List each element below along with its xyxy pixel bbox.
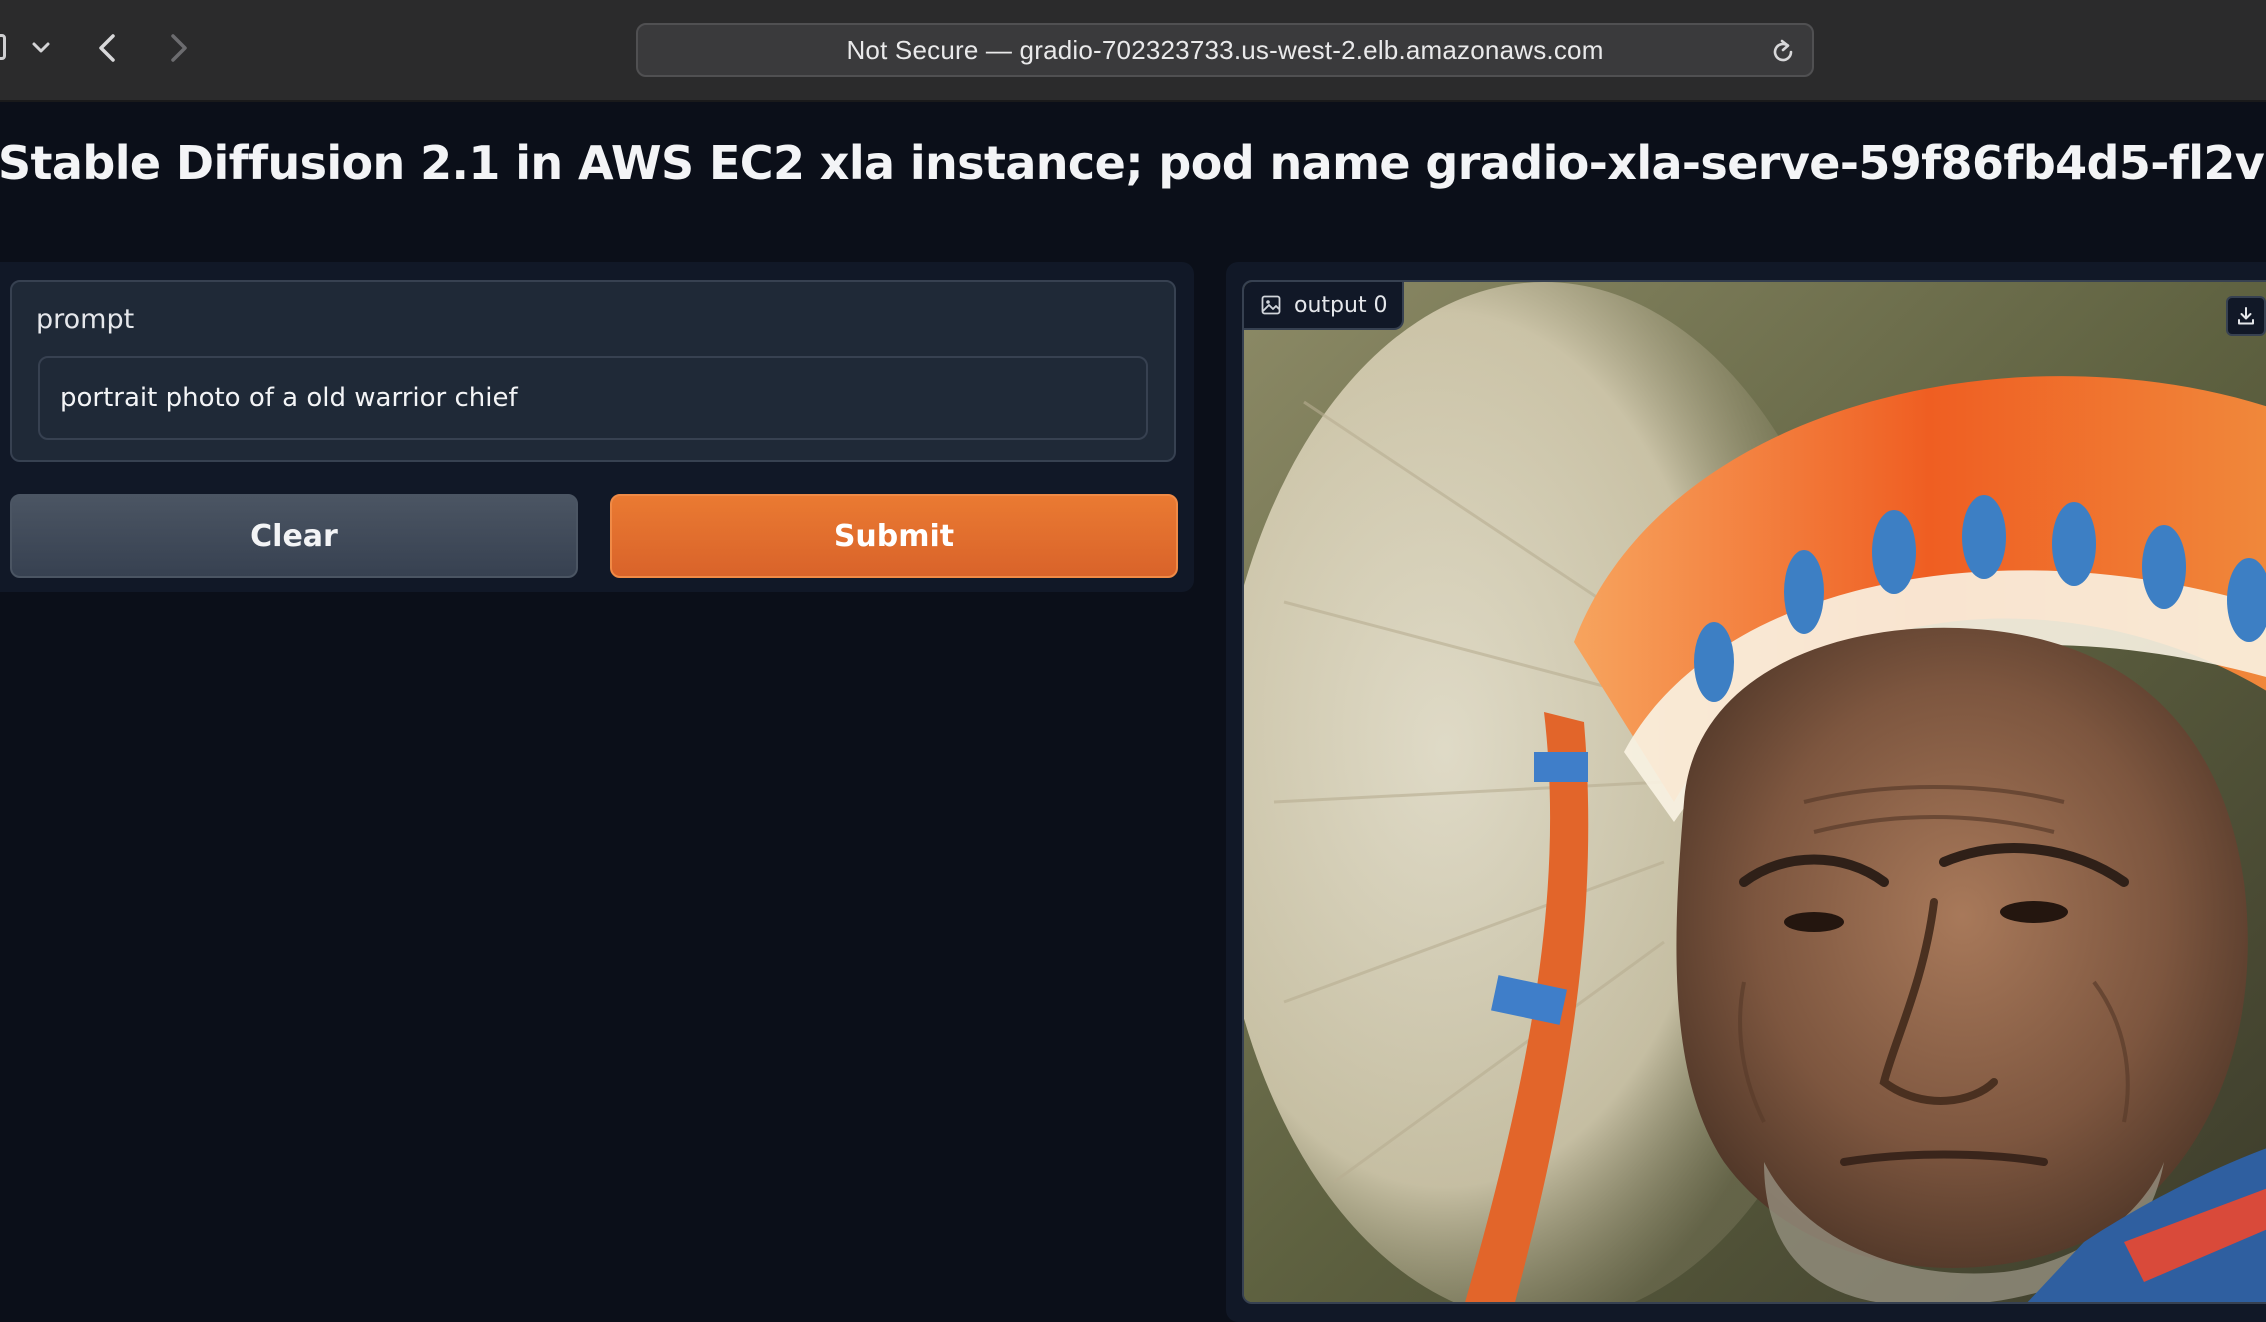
reload-icon[interactable] (1768, 37, 1798, 67)
image-icon (1261, 295, 1281, 315)
chevron-down-icon[interactable] (30, 34, 52, 60)
output-panel: output 0 (1226, 262, 2266, 1322)
address-text: Not Secure — gradio-702323733.us-west-2.… (846, 34, 1604, 65)
output-label-text: output 0 (1294, 292, 1388, 318)
generated-image (1244, 282, 2266, 1302)
prompt-block: prompt (10, 280, 1176, 462)
page-title: Stable Diffusion 2.1 in AWS EC2 xla inst… (0, 136, 2266, 190)
input-panel: prompt Clear Submit (0, 262, 1194, 592)
download-icon (2238, 307, 2254, 325)
output-label: output 0 (1244, 282, 1404, 330)
forward-arrow-icon[interactable] (158, 28, 198, 68)
submit-button[interactable]: Submit (610, 494, 1178, 578)
back-arrow-icon[interactable] (88, 28, 128, 68)
output-frame: output 0 (1242, 280, 2266, 1304)
browser-toolbar: Not Secure — gradio-702323733.us-west-2.… (0, 0, 2266, 102)
clear-button[interactable]: Clear (10, 494, 578, 578)
prompt-label: prompt (36, 304, 135, 335)
address-bar[interactable]: Not Secure — gradio-702323733.us-west-2.… (636, 23, 1814, 77)
sidebar-icon[interactable] (0, 34, 6, 60)
download-button[interactable] (2226, 296, 2266, 336)
prompt-input[interactable] (38, 356, 1148, 440)
